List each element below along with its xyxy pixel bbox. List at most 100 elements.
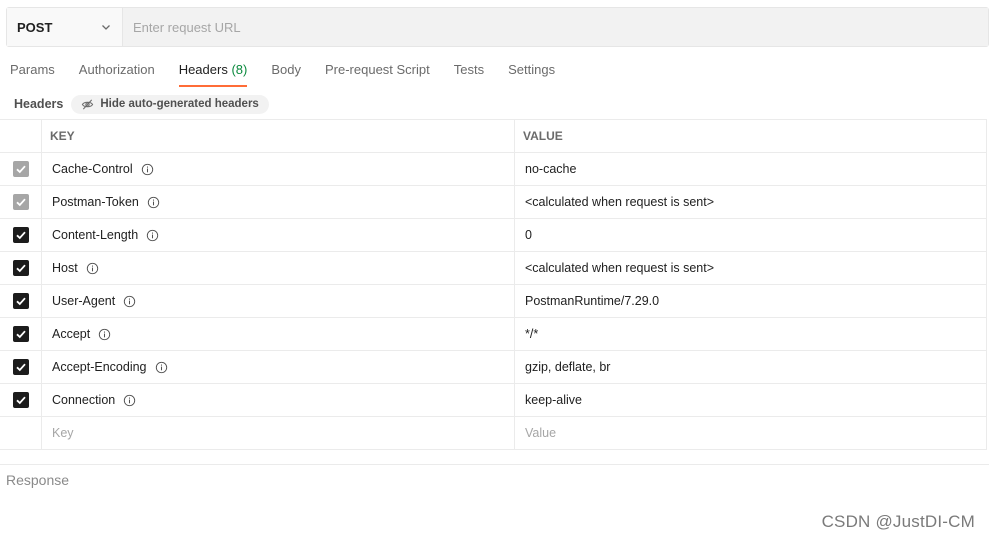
checkmark-icon — [15, 196, 27, 208]
tab-params[interactable]: Params — [0, 56, 65, 88]
header-value-cell[interactable]: */* — [515, 318, 987, 350]
checkmark-icon — [15, 262, 27, 274]
checkmark-icon — [15, 361, 27, 373]
info-icon[interactable] — [86, 262, 99, 275]
row-checkbox[interactable] — [12, 227, 29, 243]
table-row: Cache-Control no-cache — [0, 153, 987, 186]
header-value-cell[interactable]: PostmanRuntime/7.29.0 — [515, 285, 987, 317]
table-row: User-Agent PostmanRuntime/7.29.0 — [0, 285, 987, 318]
watermark: CSDN @JustDI-CM — [821, 512, 975, 531]
row-checkbox[interactable] — [12, 161, 29, 177]
header-key: Host — [52, 261, 78, 275]
row-checkbox-cell — [0, 285, 42, 317]
row-checkbox[interactable] — [12, 293, 29, 309]
request-url-input[interactable] — [123, 8, 988, 46]
header-value-cell[interactable]: no-cache — [515, 153, 987, 185]
header-value-cell[interactable]: <calculated when request is sent> — [515, 186, 987, 218]
row-checkbox[interactable] — [12, 392, 29, 408]
info-icon[interactable] — [141, 163, 154, 176]
header-key-cell[interactable]: Accept-Encoding — [42, 351, 515, 383]
header-key-cell[interactable]: Postman-Token — [42, 186, 515, 218]
header-value-cell[interactable]: gzip, deflate, br — [515, 351, 987, 383]
info-icon[interactable] — [146, 229, 159, 242]
row-checkbox[interactable] — [12, 260, 29, 276]
header-key: Accept-Encoding — [52, 360, 147, 374]
header-key: Postman-Token — [52, 195, 139, 209]
table-row: Content-Length 0 — [0, 219, 987, 252]
header-value: keep-alive — [525, 393, 582, 407]
new-row-checkbox-cell — [0, 417, 42, 449]
table-row: Postman-Token <calculated when request is… — [0, 186, 987, 219]
header-value-cell[interactable]: 0 — [515, 219, 987, 251]
checkmark-icon — [15, 295, 27, 307]
tab-body[interactable]: Body — [261, 56, 311, 88]
header-key-cell[interactable]: Content-Length — [42, 219, 515, 251]
info-icon[interactable] — [155, 361, 168, 374]
header-value-cell[interactable]: keep-alive — [515, 384, 987, 416]
method-label: POST — [17, 19, 53, 35]
chevron-down-icon — [102, 25, 110, 30]
row-checkbox-cell — [0, 252, 42, 284]
row-checkbox[interactable] — [12, 194, 29, 210]
row-checkbox[interactable] — [12, 359, 29, 375]
new-value-cell — [515, 417, 987, 449]
checkmark-icon — [15, 328, 27, 340]
tab-headers[interactable]: Headers (8) — [169, 56, 258, 88]
table-row: Accept-Encoding gzip, deflate, br — [0, 351, 987, 384]
checkmark-icon — [15, 229, 27, 241]
header-key-cell[interactable]: Accept — [42, 318, 515, 350]
response-title: Response — [6, 472, 70, 488]
header-key-cell[interactable]: Cache-Control — [42, 153, 515, 185]
row-checkbox-cell — [0, 384, 42, 416]
hide-auto-headers-label: Hide auto-generated headers — [100, 98, 259, 110]
new-key-input[interactable] — [52, 426, 514, 440]
header-key: Accept — [52, 327, 91, 341]
tab-label: Settings — [508, 62, 556, 77]
new-key-cell — [42, 417, 515, 449]
header-value: 0 — [525, 228, 532, 242]
header-value: <calculated when request is sent> — [525, 261, 715, 275]
info-icon[interactable] — [123, 295, 136, 308]
method-select[interactable]: POST — [7, 8, 123, 46]
header-value-cell[interactable]: <calculated when request is sent> — [515, 252, 987, 284]
header-key-cell[interactable]: Host — [42, 252, 515, 284]
header-key: Connection — [52, 393, 116, 407]
row-checkbox-cell — [0, 153, 42, 185]
new-value-input[interactable] — [525, 426, 986, 440]
table-header-row: KEY VALUE — [0, 120, 987, 153]
header-value: */* — [525, 327, 539, 341]
info-icon[interactable] — [123, 394, 136, 407]
tab-label: Tests — [453, 62, 485, 77]
header-key-cell[interactable]: Connection — [42, 384, 515, 416]
header-value: no-cache — [525, 162, 577, 176]
header-key: Content-Length — [52, 228, 139, 242]
tab-label: Headers — [178, 62, 228, 77]
tab-tests[interactable]: Tests — [444, 56, 494, 88]
headers-title: Headers — [14, 97, 64, 111]
eye-slash-icon — [82, 99, 94, 109]
request-url-bar: POST — [6, 7, 989, 47]
tab-authorization[interactable]: Authorization — [69, 56, 165, 88]
tab-count-badge: (8) — [231, 62, 248, 77]
checkmark-icon — [15, 394, 27, 406]
hide-auto-headers-button[interactable]: Hide auto-generated headers — [71, 94, 269, 114]
header-key-cell[interactable]: User-Agent — [42, 285, 515, 317]
header-value: PostmanRuntime/7.29.0 — [525, 294, 660, 308]
header-key: Cache-Control — [52, 162, 133, 176]
table-header-checkbox-cell — [0, 120, 42, 152]
row-checkbox-cell — [0, 186, 42, 218]
tab-settings[interactable]: Settings — [498, 56, 565, 88]
row-checkbox-cell — [0, 351, 42, 383]
table-row: Host <calculated when request is sent> — [0, 252, 987, 285]
table-row: Accept */* — [0, 318, 987, 351]
info-icon[interactable] — [147, 196, 160, 209]
info-icon[interactable] — [98, 328, 111, 341]
tab-label: Body — [271, 62, 301, 77]
tab-pre-request-script[interactable]: Pre-request Script — [315, 56, 440, 88]
tab-label: Pre-request Script — [324, 62, 430, 77]
header-value: <calculated when request is sent> — [525, 195, 715, 209]
row-checkbox[interactable] — [12, 326, 29, 342]
new-header-row — [0, 417, 987, 450]
tab-label: Params — [10, 62, 55, 77]
column-header-key: KEY — [42, 120, 515, 152]
